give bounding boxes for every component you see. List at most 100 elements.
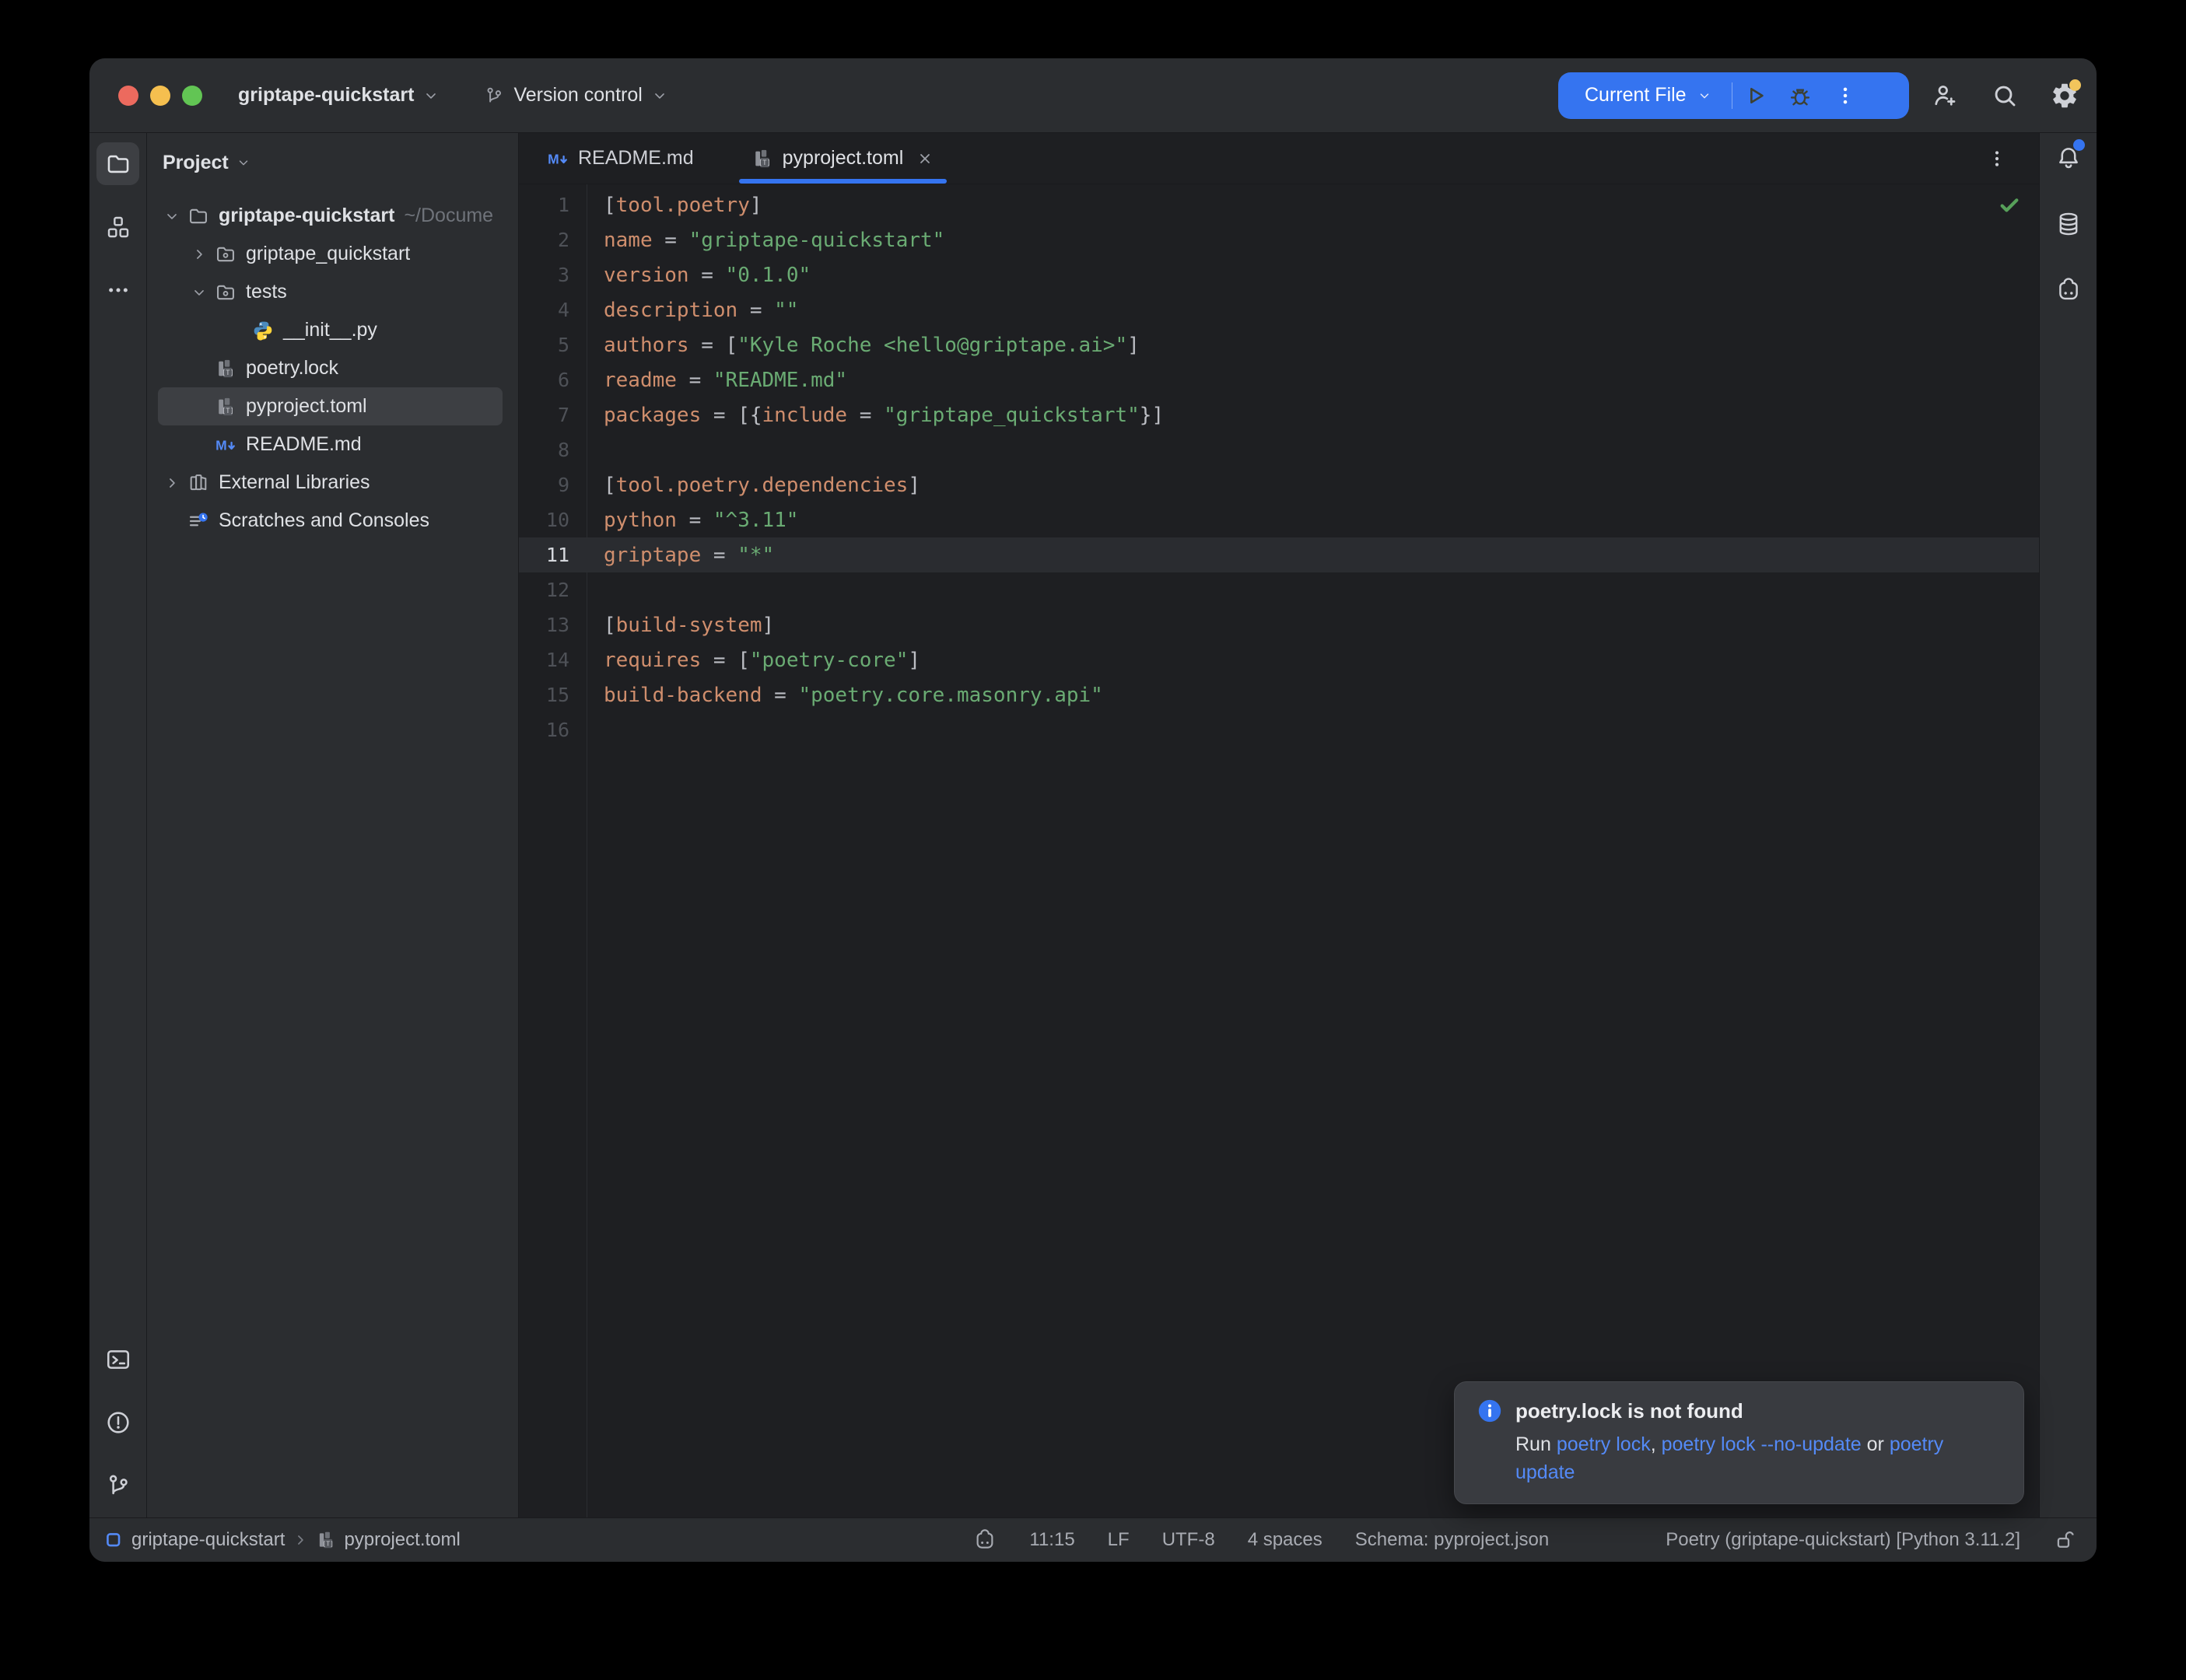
line-content: readme = "README.md" — [569, 369, 847, 392]
chevron-right-icon[interactable] — [163, 475, 181, 491]
chevron-down-icon[interactable] — [190, 285, 208, 300]
run-widget: Current File — [1558, 72, 1909, 119]
link-poetry-lock-no-update[interactable]: poetry lock --no-update — [1662, 1433, 1862, 1455]
code-editor[interactable]: 1[tool.poetry]2name = "griptape-quicksta… — [519, 184, 2039, 1517]
line-content: requires = ["poetry-core"] — [569, 649, 920, 672]
code-line-16[interactable]: 16 — [519, 712, 2039, 747]
code-line-1[interactable]: 1[tool.poetry] — [519, 187, 2039, 222]
line-content: build-backend = "poetry.core.masonry.api… — [569, 684, 1103, 707]
breadcrumb: griptape-quickstart [T] pyproject.toml — [103, 1529, 461, 1551]
code-line-10[interactable]: 10python = "^3.11" — [519, 502, 2039, 537]
code-line-8[interactable]: 8 — [519, 432, 2039, 467]
status-item-poetry-griptape-quickstart-python-3-11-2-[interactable]: Poetry (griptape-quickstart) [Python 3.1… — [1666, 1529, 2020, 1551]
code-line-13[interactable]: 13[build-system] — [519, 607, 2039, 642]
status-item-11[interactable]: 11:15 — [1029, 1529, 1074, 1551]
tab-label: README.md — [578, 147, 694, 170]
breadcrumb-file[interactable]: pyproject.toml — [344, 1529, 460, 1551]
toml-icon: [T] — [751, 148, 773, 170]
toml-file-icon: [T] — [316, 1530, 336, 1550]
tree-row-griptape-quickstart[interactable]: griptape_quickstart — [158, 235, 503, 273]
status-item-schema[interactable]: Schema: pyproject.json — [1355, 1529, 1549, 1551]
folder-src-icon — [215, 243, 236, 265]
code-line-15[interactable]: 15build-backend = "poetry.core.masonry.a… — [519, 677, 2039, 712]
chevron-down-icon — [1697, 89, 1711, 103]
tree-item-label: poetry.lock — [246, 357, 338, 380]
notifications-button[interactable] — [2047, 136, 2090, 179]
code-line-5[interactable]: 5authors = ["Kyle Roche <hello@griptape.… — [519, 327, 2039, 362]
project-switcher[interactable]: griptape-quickstart — [238, 84, 439, 107]
project-view-header[interactable]: Project — [147, 141, 518, 184]
chevron-right-icon[interactable] — [190, 247, 208, 262]
code-line-9[interactable]: 9[tool.poetry.dependencies] — [519, 467, 2039, 502]
line-number: 12 — [519, 579, 569, 601]
tree-row-scratches-and-consoles[interactable]: Scratches and Consoles — [158, 502, 503, 540]
run-button[interactable] — [1732, 83, 1778, 108]
tree-row-tests[interactable]: tests — [158, 273, 503, 311]
code-line-3[interactable]: 3version = "0.1.0" — [519, 257, 2039, 292]
line-content: version = "0.1.0" — [569, 264, 811, 287]
line-content: name = "griptape-quickstart" — [569, 229, 944, 252]
debug-button[interactable] — [1778, 83, 1823, 108]
svg-text:[T]: [T] — [222, 369, 234, 377]
status-item-lf[interactable]: LF — [1108, 1529, 1130, 1551]
line-number: 8 — [519, 439, 569, 461]
tab-pyproject-toml[interactable]: [T]pyproject.toml — [733, 133, 954, 184]
tree-row-pyproject-toml[interactable]: [T]pyproject.toml — [158, 387, 503, 425]
markdown-icon: M — [547, 148, 569, 170]
add-user-button[interactable] — [1926, 77, 1964, 114]
tree-item-label: Scratches and Consoles — [219, 509, 429, 532]
structure-tool-button[interactable] — [96, 205, 139, 248]
tree-item-label: tests — [246, 281, 287, 303]
tree-row-poetry-lock[interactable]: [T] poetry.lock — [158, 349, 503, 387]
inspections-ok-icon[interactable] — [1997, 192, 2022, 217]
database-icon — [2055, 211, 2082, 237]
branch-icon — [105, 1472, 131, 1499]
code-line-2[interactable]: 2name = "griptape-quickstart" — [519, 222, 2039, 257]
link-poetry-lock[interactable]: poetry lock — [1557, 1433, 1651, 1455]
problems-tool-button[interactable] — [96, 1401, 139, 1444]
line-number: 5 — [519, 334, 569, 356]
code-line-6[interactable]: 6readme = "README.md" — [519, 362, 2039, 397]
status-item-utf-8[interactable]: UTF-8 — [1162, 1529, 1215, 1551]
code-line-12[interactable]: 12 — [519, 572, 2039, 607]
line-number: 7 — [519, 404, 569, 426]
zoom-window-button[interactable] — [182, 86, 202, 106]
minimize-window-button[interactable] — [150, 86, 170, 106]
ai-assistant-tool-button[interactable] — [2047, 268, 2090, 311]
line-number: 6 — [519, 369, 569, 391]
project-panel: Project griptape-quickstart~/Documegript… — [147, 133, 519, 1517]
lock-open-icon[interactable] — [2053, 1528, 2076, 1552]
database-tool-button[interactable] — [2047, 202, 2090, 245]
status-item-4-spaces[interactable]: 4 spaces — [1248, 1529, 1322, 1551]
tab-readme-md[interactable]: M README.md — [528, 133, 713, 184]
tree-row-readme-md[interactable]: MREADME.md — [158, 425, 503, 464]
tree-row-external-libraries[interactable]: External Libraries — [158, 464, 503, 502]
settings-button[interactable] — [2046, 77, 2083, 114]
tree-row-griptape-quickstart[interactable]: griptape-quickstart~/Docume — [158, 197, 503, 235]
tab-options-kebab-icon[interactable] — [1986, 148, 2008, 170]
project-tool-button[interactable] — [96, 142, 139, 185]
search-everywhere-button[interactable] — [1986, 77, 2023, 114]
vcs-widget[interactable]: Version control — [484, 84, 667, 107]
run-config-selector[interactable]: Current File — [1585, 84, 1687, 107]
code-line-14[interactable]: 14requires = ["poetry-core"] — [519, 642, 2039, 677]
problems-icon — [105, 1409, 131, 1436]
library-icon — [187, 472, 209, 494]
structure-icon — [106, 215, 131, 240]
breadcrumb-project[interactable]: griptape-quickstart — [131, 1529, 285, 1551]
tree-row--init-py[interactable]: __init__.py — [158, 311, 503, 349]
ai-assistant-status-icon[interactable] — [973, 1528, 997, 1552]
more-tool-windows-button[interactable] — [96, 268, 139, 311]
more-run-options-button[interactable] — [1823, 86, 1868, 106]
close-icon[interactable] — [916, 149, 934, 168]
version-control-tool-button[interactable] — [96, 1464, 139, 1507]
code-line-4[interactable]: 4description = "" — [519, 292, 2039, 327]
chevron-down-icon[interactable] — [163, 208, 181, 224]
user-plus-icon — [1931, 82, 1959, 110]
code-line-7[interactable]: 7packages = [{include = "griptape_quicks… — [519, 397, 2039, 432]
line-content: description = "" — [569, 299, 798, 322]
close-window-button[interactable] — [118, 86, 138, 106]
code-line-11[interactable]: 11griptape = "*" — [519, 537, 2039, 572]
editor-area: M README.md [T]pyproject.toml 1[tool.poetr… — [519, 133, 2039, 1517]
terminal-tool-button[interactable] — [96, 1338, 139, 1381]
